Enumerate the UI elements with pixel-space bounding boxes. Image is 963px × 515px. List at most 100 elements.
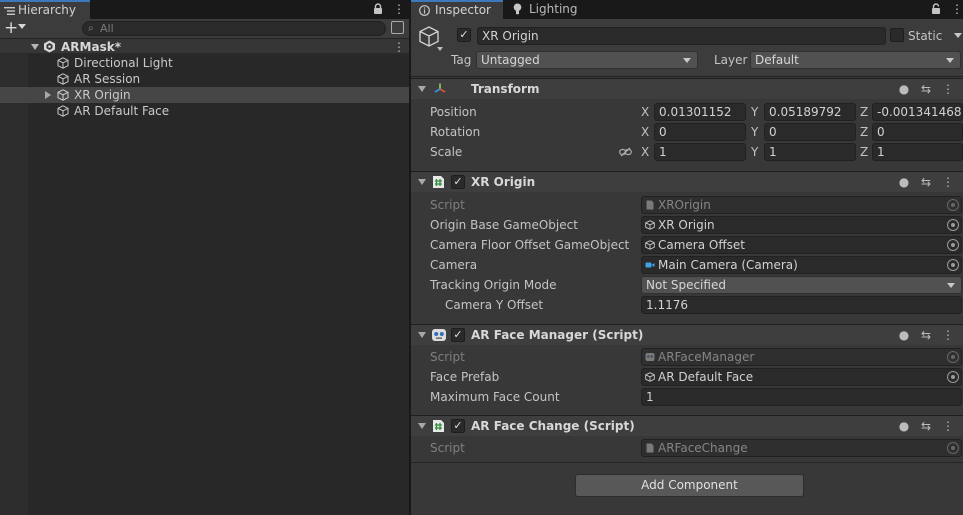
camera-y-offset-field[interactable]: 1.1176 [641, 296, 962, 314]
lock-icon[interactable] [373, 3, 383, 15]
hierarchy-item-label: AR Session [74, 72, 141, 86]
kebab-menu-icon[interactable]: ⋮ [951, 0, 963, 19]
active-checkbox[interactable]: ✓ [457, 28, 471, 42]
origin-base-label: Origin Base GameObject [430, 218, 578, 232]
transform-body: Position X 0.01301152 Y 0.05189792 Z -0.… [411, 100, 963, 166]
axis-z-label: Z [860, 125, 869, 139]
position-x-field[interactable]: 0.01301152 [654, 103, 746, 121]
layer-dropdown[interactable]: Default [750, 51, 961, 69]
unity-scene-icon [44, 40, 55, 53]
preset-icon[interactable]: ⇆ [915, 325, 937, 345]
rotation-z-field[interactable]: 0 [872, 123, 963, 141]
rotation-x-field[interactable]: 0 [654, 123, 746, 141]
ar-face-manager-header-icons: ● ⇆ ⋮ [893, 325, 959, 345]
camera-field[interactable]: Main Camera (Camera) [641, 256, 962, 274]
create-dropdown-caret-icon[interactable] [18, 24, 26, 29]
script-file-icon [646, 443, 654, 453]
tracking-origin-mode-dropdown[interactable]: Not Specified [641, 276, 962, 294]
component-menu-icon[interactable]: ⋮ [937, 325, 959, 345]
object-picker-icon [947, 199, 959, 211]
transform-title: Transform [471, 82, 540, 96]
face-manager-icon [645, 353, 655, 361]
origin-base-field[interactable]: XR Origin [641, 216, 962, 234]
cube-icon[interactable] [417, 25, 441, 49]
origin-base-value: XR Origin [658, 218, 715, 232]
tab-hierarchy-label: Hierarchy [18, 3, 77, 17]
ar-face-change-enabled-checkbox[interactable]: ✓ [451, 419, 465, 433]
icon-dropdown-caret-icon[interactable] [437, 47, 443, 51]
tab-inspector[interactable]: Inspector [411, 0, 503, 19]
help-icon[interactable]: ● [893, 416, 915, 436]
hierarchy-item-ar-default-face[interactable]: AR Default Face [0, 103, 409, 119]
hierarchy-search[interactable]: ⌕ [82, 21, 386, 36]
hierarchy-search-input[interactable] [100, 22, 370, 35]
tracking-origin-mode-value: Not Specified [646, 278, 726, 292]
object-picker-icon[interactable] [947, 259, 959, 271]
component-menu-icon[interactable]: ⋮ [937, 416, 959, 436]
object-picker-icon[interactable] [947, 239, 959, 251]
ar-face-manager-header[interactable]: ✓ AR Face Manager (Script) ● ⇆ ⋮ [411, 324, 963, 345]
hierarchy-toolbar: + ⌕ [0, 19, 409, 39]
scene-row[interactable]: ARMask* ⋮ [0, 39, 409, 54]
help-icon[interactable]: ● [893, 325, 915, 345]
scale-y-field[interactable]: 1 [764, 143, 856, 161]
tab-hierarchy[interactable]: Hierarchy [0, 0, 90, 19]
xr-origin-enabled-checkbox[interactable]: ✓ [451, 175, 465, 189]
axis-x-label: X [641, 105, 650, 119]
ar-face-change-header[interactable]: ✓ AR Face Change (Script) ● ⇆ ⋮ [411, 415, 963, 436]
foldout-arrow-icon[interactable] [418, 179, 426, 185]
component-menu-icon[interactable]: ⋮ [937, 79, 959, 99]
scale-z-field[interactable]: 1 [872, 143, 963, 161]
constrain-proportions-icon[interactable] [619, 147, 632, 157]
transform-icon [434, 83, 446, 93]
lock-icon[interactable] [931, 3, 941, 15]
maximum-face-count-field[interactable]: 1 [641, 388, 962, 406]
kebab-menu-icon[interactable]: ⋮ [393, 0, 405, 19]
gameobject-name-field[interactable]: XR Origin [477, 27, 886, 45]
hierarchy-item-directional-light[interactable]: Directional Light [0, 55, 409, 71]
axis-z-label: Z [860, 105, 869, 119]
chevron-down-icon [683, 58, 691, 63]
static-checkbox[interactable] [890, 28, 904, 42]
ar-face-manager-enabled-checkbox[interactable]: ✓ [451, 328, 465, 342]
foldout-arrow-icon[interactable] [418, 423, 426, 429]
help-icon[interactable]: ● [893, 172, 915, 192]
tag-dropdown[interactable]: Untagged [476, 51, 698, 69]
face-prefab-field[interactable]: AR Default Face [641, 368, 962, 386]
script-label: Script [430, 198, 465, 212]
hierarchy-item-ar-session[interactable]: AR Session [0, 71, 409, 87]
preset-icon[interactable]: ⇆ [915, 416, 937, 436]
scene-menu-icon[interactable]: ⋮ [393, 39, 405, 55]
foldout-arrow-icon[interactable] [418, 332, 426, 338]
expand-arrow-icon[interactable] [45, 91, 51, 99]
transform-header[interactable]: Transform ● ⇆ ⋮ [411, 78, 963, 99]
hierarchy-item-label: AR Default Face [74, 104, 170, 118]
tab-lighting[interactable]: Lighting [505, 0, 587, 19]
scale-x-field[interactable]: 1 [654, 143, 746, 161]
expand-arrow-icon[interactable] [31, 44, 39, 50]
object-picker-icon[interactable] [947, 219, 959, 231]
ar-face-manager-title: AR Face Manager (Script) [471, 328, 644, 342]
hierarchy-item-xr-origin[interactable]: XR Origin [0, 87, 409, 103]
camera-floor-offset-field[interactable]: Camera Offset [641, 236, 962, 254]
script-hash-icon [433, 176, 444, 188]
preset-icon[interactable]: ⇆ [915, 172, 937, 192]
xr-origin-script-field: XROrigin [641, 196, 962, 214]
scene-visibility-icon[interactable] [391, 21, 404, 34]
component-menu-icon[interactable]: ⋮ [937, 172, 959, 192]
position-z-field[interactable]: -0.001341468 [872, 103, 963, 121]
object-picker-icon[interactable] [947, 371, 959, 383]
xr-origin-header[interactable]: ✓ XR Origin ● ⇆ ⋮ [411, 171, 963, 192]
cube-icon [645, 240, 655, 250]
scale-label: Scale [430, 145, 463, 159]
tracking-origin-mode-label: Tracking Origin Mode [430, 278, 557, 292]
foldout-arrow-icon[interactable] [418, 86, 426, 92]
add-component-button[interactable]: Add Component [575, 474, 804, 497]
create-plus-icon[interactable]: + [4, 20, 18, 37]
help-icon[interactable]: ● [893, 79, 915, 99]
camera-floor-offset-value: Camera Offset [658, 238, 745, 252]
static-dropdown-caret-icon[interactable] [954, 33, 962, 38]
rotation-y-field[interactable]: 0 [764, 123, 856, 141]
position-y-field[interactable]: 0.05189792 [764, 103, 856, 121]
preset-icon[interactable]: ⇆ [915, 79, 937, 99]
